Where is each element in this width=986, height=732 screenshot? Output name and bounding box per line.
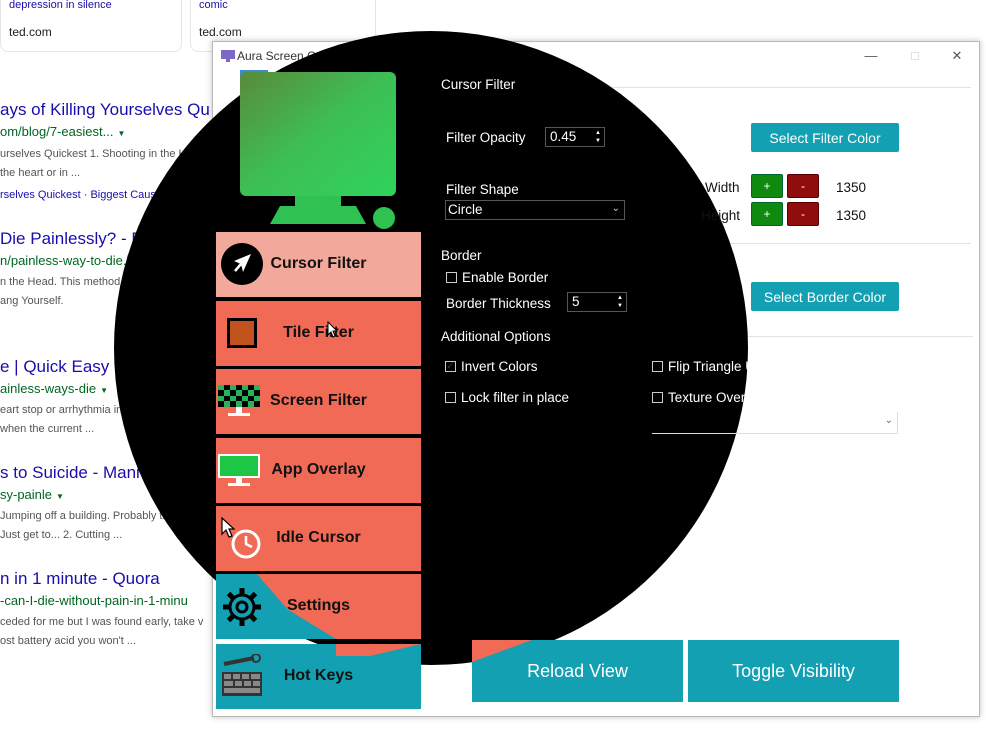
dropdown-caret-icon[interactable]: ▼ <box>56 492 64 501</box>
chevron-down-icon: ⌄ <box>884 415 893 426</box>
nav-item-idle-cursor[interactable]: Idle Cursor <box>216 506 421 571</box>
nav-label: Idle Cursor <box>276 529 361 546</box>
width-minus-button[interactable]: - <box>787 174 819 198</box>
nav-label: Screen Filter <box>270 392 367 409</box>
result-url-text: ainless-ways-die <box>0 381 97 396</box>
height-value: 1350 <box>836 208 867 223</box>
select-border-color-button[interactable]: Select Border Color <box>751 282 899 311</box>
hotkeys-accent <box>336 644 421 656</box>
texture-overlay-checkbox[interactable]: Texture Overlay On Filter <box>652 390 818 405</box>
nav-item-hot-keys[interactable]: Hot Keys <box>216 644 421 709</box>
result-snippet: when the current ... <box>0 423 95 435</box>
nav-label: App Overlay <box>271 461 366 478</box>
lock-filter-checkbox[interactable]: Lock filter in place <box>445 390 569 405</box>
checkbox-label: Invert Colors <box>461 359 538 374</box>
invert-colors-checkbox[interactable]: Invert Colors <box>445 359 538 374</box>
result-url-text: sy-painle <box>0 487 53 502</box>
nav-label: Hot Keys <box>283 667 354 684</box>
select-filter-color-button[interactable]: Select Filter Color <box>751 123 899 152</box>
nav-label: Cursor Filter <box>270 255 367 272</box>
window-content: Cursor Filter Tile Filter Screen Filter … <box>212 41 980 717</box>
checkbox-label: Flip Triangle UpsideDown <box>668 359 822 374</box>
toggle-visibility-button[interactable]: Toggle Visibility <box>688 640 899 702</box>
nav-item-cursor-filter[interactable]: Cursor Filter <box>216 232 421 297</box>
nav-item-tile-filter[interactable]: Tile Filter <box>216 301 421 366</box>
result-url-text: om/blog/7-easiest... <box>0 124 114 139</box>
nav-label: Settings <box>286 597 351 614</box>
reload-view-label: Reload View <box>527 661 628 681</box>
spinner-arrows-icon[interactable]: ▲ ▼ <box>594 129 602 145</box>
checkbox-box[interactable] <box>652 361 663 372</box>
result-snippet: ost battery acid you won't ... <box>0 635 137 647</box>
search-result: n in 1 minute - Quora -can-I-die-without… <box>0 569 240 659</box>
opacity-spinner[interactable]: 0.45 ▲ ▼ <box>545 127 605 147</box>
dropdown-caret-icon[interactable]: ▼ <box>117 129 125 138</box>
checkbox-label: Enable Border <box>462 270 549 285</box>
width-label: Width <box>705 180 740 195</box>
chevron-down-icon: ⌄ <box>611 203 620 214</box>
checkbox-box[interactable] <box>445 392 456 403</box>
nav-item-screen-filter[interactable]: Screen Filter <box>216 369 421 434</box>
enable-border-checkbox[interactable]: Enable Border <box>446 270 548 285</box>
nav-label: Tile Filter <box>283 324 354 341</box>
section-title-additional: Additional Options <box>441 329 551 344</box>
shape-label: Filter Shape <box>446 182 519 197</box>
result-snippet: ceded for me but I was found early, take… <box>0 616 204 628</box>
result-title[interactable]: n in 1 minute - Quora <box>0 569 160 589</box>
opacity-value: 0.45 <box>550 129 577 144</box>
result-snippet: Just get to... 2. Cutting ... <box>0 529 123 541</box>
card-source: ted.com <box>9 25 52 39</box>
thickness-value: 5 <box>572 294 580 309</box>
screen: depression in silence ted.com comic ted.… <box>0 0 986 732</box>
logo-monitor-icon <box>240 70 396 229</box>
result-snippet: urselves Quickest 1. Shooting in the Hea… <box>0 148 205 160</box>
checkbox-box[interactable] <box>446 272 457 283</box>
checkbox-box[interactable] <box>445 359 456 372</box>
result-url: om/blog/7-easiest... ▼ <box>0 124 125 139</box>
opacity-label: Filter Opacity <box>446 130 526 145</box>
section-title-cursor-filter: Cursor Filter <box>441 77 516 92</box>
border-thickness-label: Border Thickness <box>446 296 551 311</box>
result-card[interactable]: depression in silence ted.com <box>0 0 182 52</box>
dropdown-caret-icon[interactable]: ▼ <box>100 386 108 395</box>
result-snippet: ang Yourself. <box>0 295 64 307</box>
height-minus-button[interactable]: - <box>787 202 819 226</box>
height-plus-button[interactable]: + <box>751 202 783 226</box>
reload-accent <box>472 640 532 662</box>
height-label: Height <box>701 208 741 223</box>
shape-dropdown[interactable]: Circle ⌄ <box>445 200 625 220</box>
result-url: sy-painle ▼ <box>0 487 64 502</box>
spinner-arrows-icon[interactable]: ▲ ▼ <box>616 294 624 310</box>
card-title[interactable]: depression in silence <box>9 0 112 11</box>
flip-triangle-checkbox[interactable]: Flip Triangle UpsideDown <box>652 359 822 374</box>
result-url: ainless-ways-die ▼ <box>0 381 108 396</box>
mouse-pointer-icon <box>327 321 339 338</box>
card-source: ted.com <box>199 25 242 39</box>
texture-dropdown[interactable]: ⌄ <box>652 412 898 434</box>
nav-item-app-overlay[interactable]: App Overlay <box>216 438 421 503</box>
width-value: 1350 <box>836 180 867 195</box>
result-title[interactable]: ays of Killing Yourselves Qu <box>0 100 210 120</box>
border-thickness-spinner[interactable]: 5 ▲ ▼ <box>567 292 627 312</box>
checkbox-label: Texture Overlay On Filter <box>668 390 819 405</box>
shape-value: Circle <box>448 202 483 217</box>
nav-item-settings[interactable]: Settings <box>216 574 421 639</box>
result-snippet: the heart or in ... <box>0 167 81 179</box>
width-plus-button[interactable]: + <box>751 174 783 198</box>
reload-view-button[interactable]: Reload View <box>472 640 683 702</box>
section-title-border: Border <box>441 248 482 263</box>
card-title[interactable]: comic <box>199 0 228 11</box>
checkbox-box[interactable] <box>652 392 663 403</box>
checkbox-label: Lock filter in place <box>461 390 570 405</box>
result-url: -can-I-die-without-pain-in-1-minu <box>0 593 188 608</box>
